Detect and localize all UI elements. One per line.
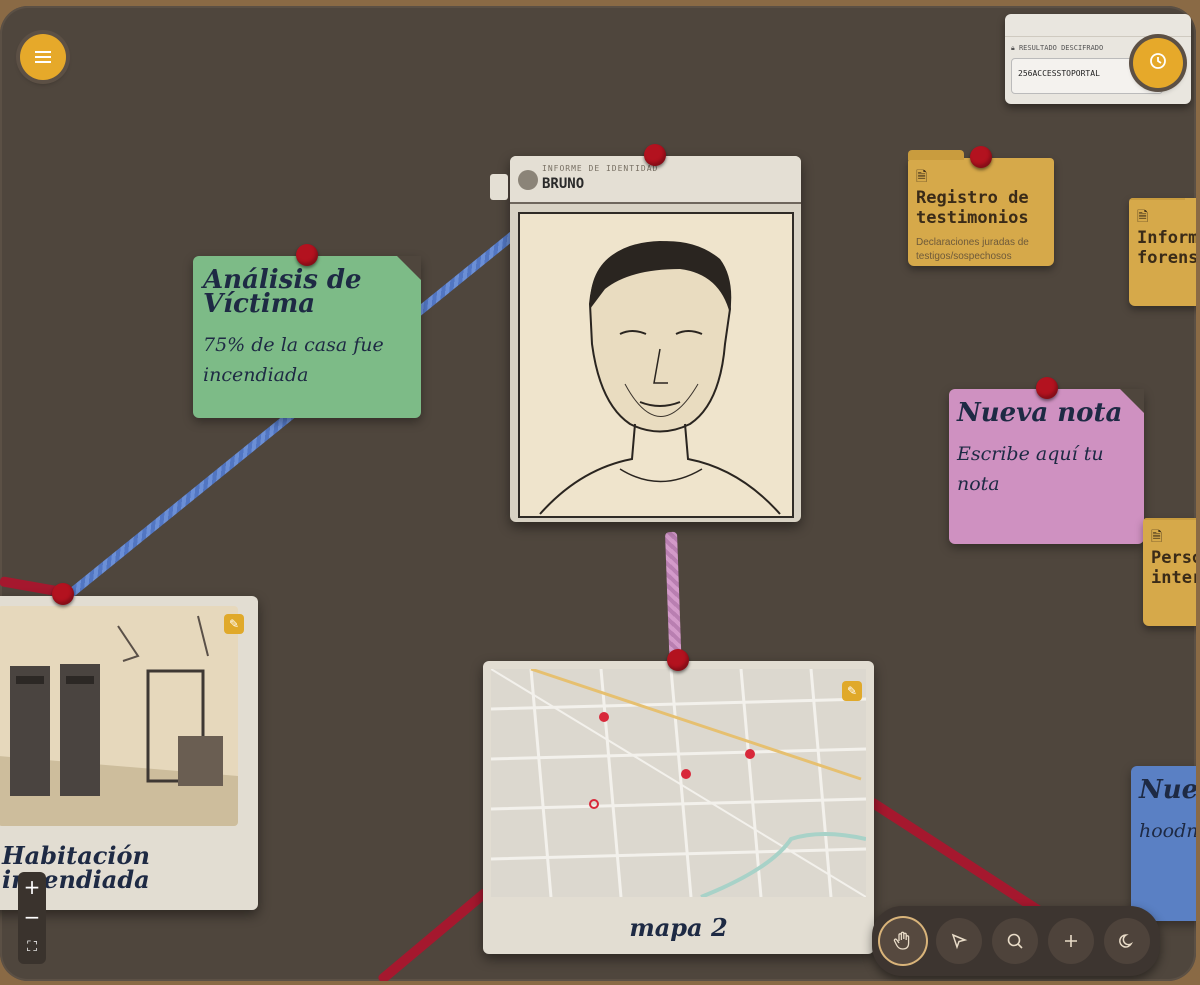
history-button[interactable] xyxy=(1133,38,1183,88)
note-victim-body: 75% de la casa fue incendiada xyxy=(203,334,384,386)
folder-testimonios-title: Registro de testimonios xyxy=(916,188,1029,228)
note-blue-title: Nue xyxy=(1139,775,1196,805)
zoom-in-button[interactable]: + xyxy=(18,872,46,902)
folder-persona[interactable]: 🗎 Perso inter xyxy=(1143,518,1196,626)
identity-header-label: INFORME DE IDENTIDAD xyxy=(542,164,659,173)
note-victim-analysis[interactable]: Análisis de Víctima 75% de la casa fue i… xyxy=(193,256,421,418)
lock-icon: 🔒︎ xyxy=(1011,44,1015,52)
edit-icon[interactable]: ✎ xyxy=(842,681,862,701)
edit-icon[interactable]: ✎ xyxy=(224,614,244,634)
pin[interactable] xyxy=(52,583,74,605)
add-tool-button[interactable] xyxy=(1048,918,1094,964)
map-card[interactable]: ✎ mapa 2 xyxy=(483,661,874,954)
pin[interactable] xyxy=(667,649,689,671)
note-new-body: Escribe aquí tu nota xyxy=(957,443,1104,495)
user-icon xyxy=(518,170,538,190)
document-icon: 🗎 xyxy=(1151,529,1163,545)
burned-room-image xyxy=(0,606,238,826)
pin[interactable] xyxy=(1036,377,1058,399)
note-new-title: Nueva nota xyxy=(957,398,1123,428)
search-icon xyxy=(1007,933,1023,949)
pin[interactable] xyxy=(970,146,992,168)
document-icon: 🗎 xyxy=(1137,209,1149,225)
folder-forense-title: Inform forens xyxy=(1137,228,1196,268)
plus-icon xyxy=(1065,935,1077,947)
folder-testimonios-desc: Declaraciones juradas de testigos/sospec… xyxy=(916,237,1029,262)
history-icon xyxy=(1149,51,1167,76)
tool-toolbar xyxy=(872,906,1160,976)
menu-icon xyxy=(34,45,52,70)
pin[interactable] xyxy=(296,244,318,266)
map-card-caption: mapa 2 xyxy=(629,913,728,942)
hand-icon xyxy=(893,931,910,950)
zoom-controls: + − ⛶ xyxy=(18,872,46,964)
map-pin-icon xyxy=(589,712,755,809)
photo-card-room[interactable]: ✎ Habitación incendiada xyxy=(0,596,258,910)
folder-persona-title: Perso inter xyxy=(1151,548,1196,588)
note-victim-title: Análisis de Víctima xyxy=(203,265,362,319)
note-blue-body: hoodn xyxy=(1139,820,1196,842)
fit-screen-button[interactable]: ⛶ xyxy=(18,932,46,962)
identity-card[interactable]: INFORME DE IDENTIDAD BRUNO xyxy=(510,156,801,522)
corkboard[interactable]: 🔒︎ RESULTADO DESCIFRADO 256ACCESSTOPORTA… xyxy=(0,6,1196,981)
hand-tool-button[interactable] xyxy=(880,918,926,964)
note-blue[interactable]: Nue hoodn xyxy=(1131,766,1196,921)
identity-card-side-tab[interactable] xyxy=(490,174,508,200)
note-new[interactable]: Nueva nota Escribe aquí tu nota xyxy=(949,389,1144,544)
map-image xyxy=(491,669,866,897)
suspect-portrait xyxy=(518,212,794,518)
theme-toggle-button[interactable] xyxy=(1104,918,1150,964)
folder-forense[interactable]: 🗎 Inform forens xyxy=(1129,198,1196,306)
document-icon: 🗎 xyxy=(916,169,928,185)
decoded-label: RESULTADO DESCIFRADO xyxy=(1018,44,1104,52)
menu-button[interactable] xyxy=(20,34,66,80)
moon-icon xyxy=(1119,934,1134,948)
zoom-out-button[interactable]: − xyxy=(18,902,46,932)
search-tool-button[interactable] xyxy=(992,918,1038,964)
select-tool-button[interactable] xyxy=(936,918,982,964)
folder-testimonios[interactable]: 🗎 Registro de testimonios Declaraciones … xyxy=(908,150,1054,266)
decoded-value: 256ACCESSTOPORTAL xyxy=(1018,69,1100,78)
string-red-bottom xyxy=(376,887,491,981)
identity-name: BRUNO xyxy=(542,176,585,192)
pointer-icon xyxy=(951,933,968,950)
pin[interactable] xyxy=(644,144,666,166)
